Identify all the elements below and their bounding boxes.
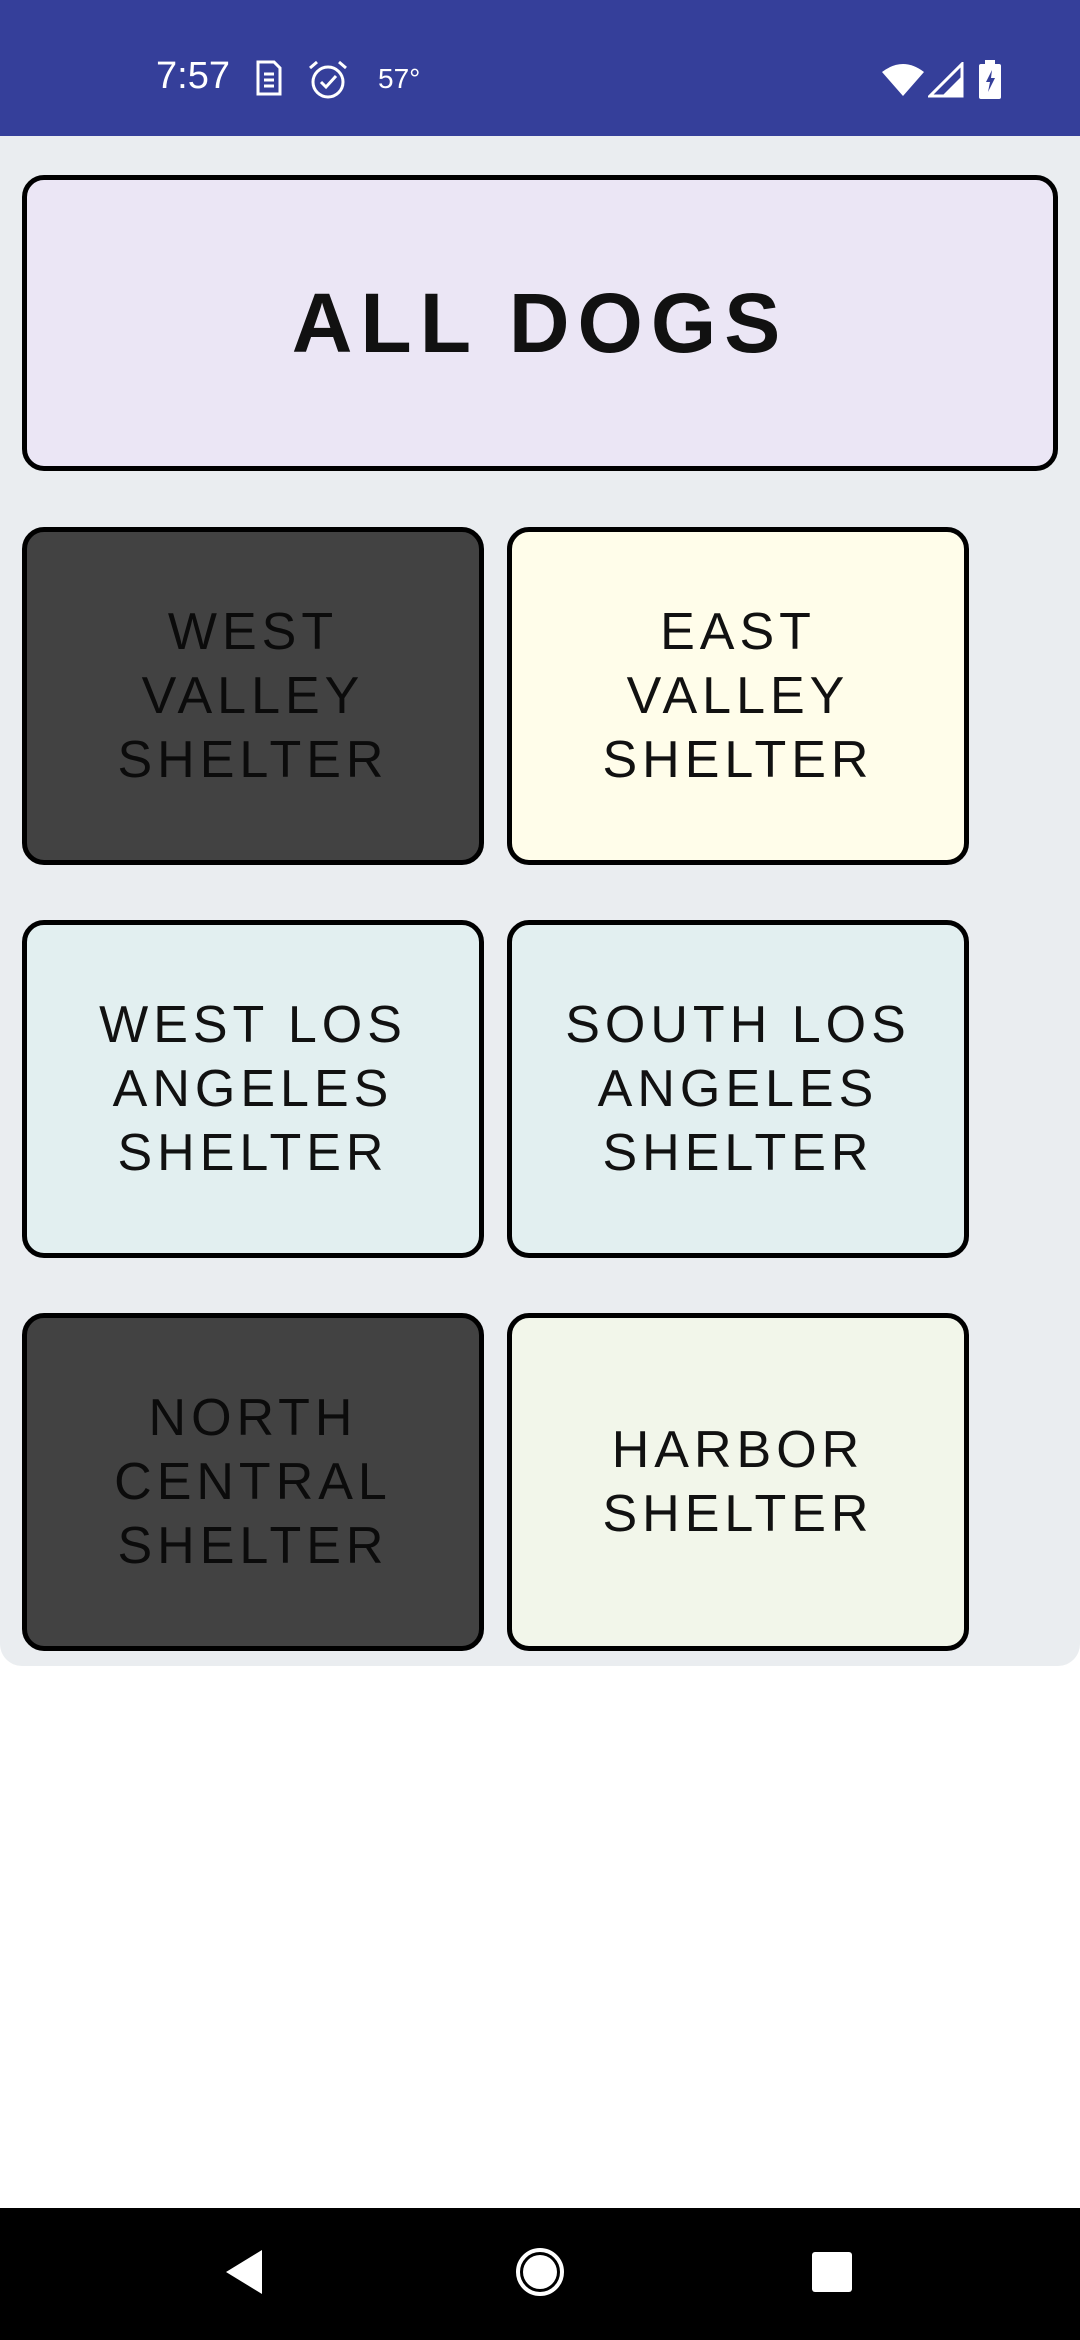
wifi-icon bbox=[882, 62, 924, 103]
alarm-icon bbox=[306, 58, 350, 107]
south-los-angeles-shelter-label: SOUTH LOS ANGELES SHELTER bbox=[565, 996, 911, 1182]
back-icon bbox=[222, 2248, 266, 2301]
sim-icon bbox=[252, 58, 284, 103]
navigation-bar bbox=[0, 2208, 1080, 2340]
east-valley-shelter-button[interactable]: EAST VALLEY SHELTER bbox=[507, 527, 969, 865]
harbor-shelter-label: HARBOR SHELTER bbox=[602, 1421, 874, 1543]
recents-button[interactable] bbox=[772, 2208, 892, 2340]
signal-icon bbox=[926, 60, 964, 103]
south-los-angeles-shelter-button[interactable]: SOUTH LOS ANGELES SHELTER bbox=[507, 920, 969, 1258]
west-los-angeles-shelter-label: WEST LOS ANGELES SHELTER bbox=[99, 996, 407, 1182]
north-central-shelter-button[interactable]: NORTH CENTRAL SHELTER bbox=[22, 1313, 484, 1651]
status-temperature: 57° bbox=[378, 63, 421, 94]
all-dogs-label: ALL DOGS bbox=[291, 276, 789, 370]
status-bar: 7:57 57° bbox=[0, 0, 1080, 136]
west-valley-shelter-button[interactable]: WEST VALLEY SHELTER bbox=[22, 527, 484, 865]
west-los-angeles-shelter-button[interactable]: WEST LOS ANGELES SHELTER bbox=[22, 920, 484, 1258]
harbor-shelter-button[interactable]: HARBOR SHELTER bbox=[507, 1313, 969, 1651]
shelter-menu-panel: ALL DOGS WEST VALLEY SHELTER EAST VALLEY… bbox=[0, 136, 1080, 1666]
home-button[interactable] bbox=[480, 2208, 600, 2340]
recents-icon bbox=[811, 2251, 853, 2298]
west-valley-shelter-label: WEST VALLEY SHELTER bbox=[117, 603, 389, 789]
battery-icon bbox=[978, 60, 1002, 105]
north-central-shelter-label: NORTH CENTRAL SHELTER bbox=[114, 1389, 392, 1575]
back-button[interactable] bbox=[184, 2208, 304, 2340]
all-dogs-button[interactable]: ALL DOGS bbox=[22, 175, 1058, 471]
status-time: 7:57 bbox=[156, 55, 230, 97]
east-valley-shelter-label: EAST VALLEY SHELTER bbox=[602, 603, 874, 789]
home-icon bbox=[514, 2246, 566, 2303]
